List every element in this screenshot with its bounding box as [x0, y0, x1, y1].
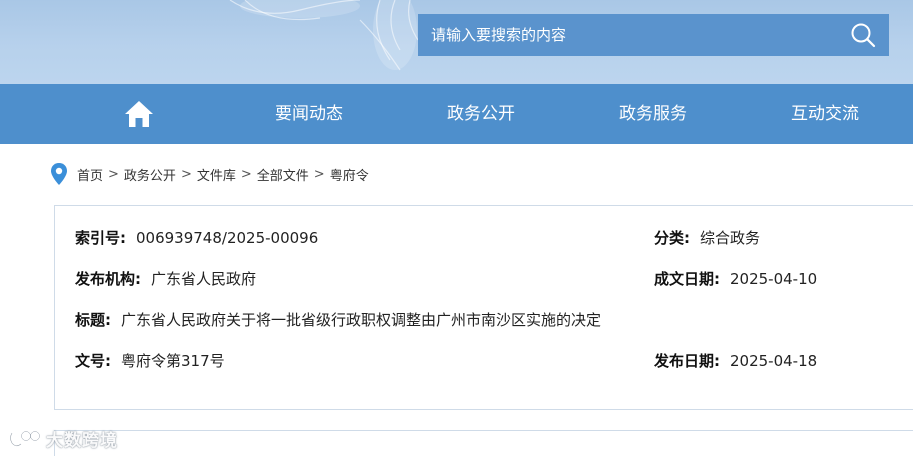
- written-date-row: 成文日期: 2025-04-10: [654, 268, 817, 289]
- title-value: 广东省人民政府关于将一批省级行政职权调整由广州市南沙区实施的决定: [121, 311, 602, 329]
- search-icon: [851, 23, 876, 48]
- search-input[interactable]: [418, 14, 838, 56]
- search-button[interactable]: [837, 14, 889, 56]
- nav-item-gov-affairs-open[interactable]: 政务公开: [447, 84, 515, 144]
- breadcrumb-current[interactable]: 粤府令: [330, 165, 369, 184]
- publisher-label: 发布机构:: [75, 270, 141, 288]
- category-value: 综合政务: [700, 229, 761, 247]
- publish-date-label: 发布日期:: [654, 352, 720, 370]
- watermark-text: 大数跨境: [46, 430, 118, 451]
- doc-number-row: 文号: 粤府令第317号: [75, 350, 225, 371]
- publisher-value: 广东省人民政府: [151, 270, 257, 288]
- header-banner: [0, 0, 913, 84]
- breadcrumb: 首页 > 政务公开 > 文件库 > 全部文件 > 粤府令: [50, 162, 369, 186]
- page: 要闻动态 政务公开 政务服务 互动交流 首页 > 政务公开 > 文件库 > 全部…: [0, 0, 913, 456]
- breadcrumb-home[interactable]: 首页: [77, 165, 103, 184]
- index-number-value: 006939748/2025-00096: [136, 229, 319, 247]
- nav-home[interactable]: [118, 84, 160, 144]
- breadcrumb-separator: >: [180, 166, 192, 182]
- home-icon: [125, 101, 153, 127]
- nav-item-gov-services[interactable]: 政务服务: [619, 84, 687, 144]
- breadcrumb-separator: >: [108, 166, 119, 182]
- doc-number-label: 文号:: [75, 352, 111, 370]
- content-card: [54, 430, 913, 456]
- publish-date-row: 发布日期: 2025-04-18: [654, 350, 817, 371]
- title-label: 标题:: [75, 311, 111, 329]
- watermark-logo-icon: [9, 430, 41, 447]
- category-label: 分类:: [654, 229, 690, 247]
- nav-item-interaction[interactable]: 互动交流: [791, 84, 859, 144]
- category-row: 分类: 综合政务: [654, 227, 760, 248]
- breadcrumb-gov-affairs-open[interactable]: 政务公开: [124, 165, 176, 184]
- breadcrumb-all-documents[interactable]: 全部文件: [257, 165, 309, 184]
- breadcrumb-separator: >: [313, 166, 325, 182]
- breadcrumb-document-library[interactable]: 文件库: [197, 165, 236, 184]
- doc-number-value: 粤府令第317号: [121, 352, 225, 370]
- publish-date-value: 2025-04-18: [730, 352, 818, 370]
- main-nav: 要闻动态 政务公开 政务服务 互动交流: [0, 84, 913, 144]
- index-number-label: 索引号:: [75, 229, 126, 247]
- nav-item-news[interactable]: 要闻动态: [275, 84, 343, 144]
- document-info-card: 索引号: 006939748/2025-00096 分类: 综合政务 发布机构: 广东…: [54, 205, 913, 410]
- written-date-value: 2025-04-10: [730, 270, 818, 288]
- search-box: [418, 14, 889, 56]
- written-date-label: 成文日期:: [654, 270, 720, 288]
- breadcrumb-separator: >: [240, 166, 252, 182]
- index-number-row: 索引号: 006939748/2025-00096: [75, 227, 318, 248]
- publisher-row: 发布机构: 广东省人民政府: [75, 268, 256, 289]
- watermark: 大数跨境: [8, 426, 118, 451]
- title-row: 标题: 广东省人民政府关于将一批省级行政职权调整由广州市南沙区实施的决定: [75, 309, 601, 330]
- location-pin-icon: [51, 163, 67, 185]
